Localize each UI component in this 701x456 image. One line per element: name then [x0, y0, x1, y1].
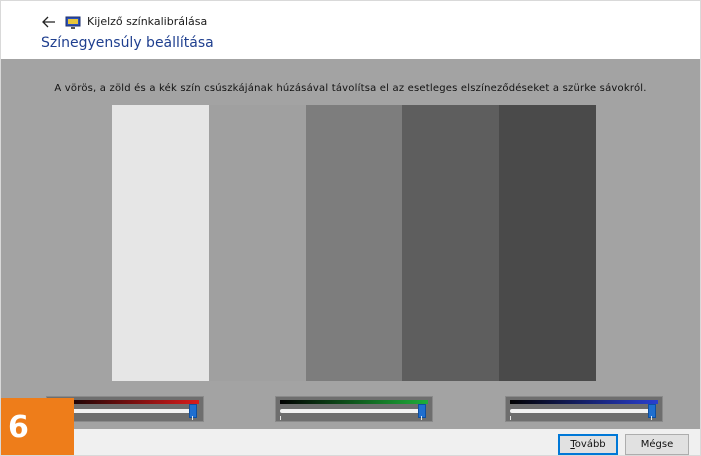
calibration-area: A vörös, a zöld és a kék szín csúszkáján…: [1, 59, 700, 429]
green-slider[interactable]: [275, 396, 433, 422]
app-title: Kijelző színkalibrálása: [87, 15, 208, 28]
monitor-icon: [65, 15, 81, 29]
calibration-window: Kijelző színkalibrálása Színegyensúly be…: [0, 0, 701, 456]
next-button-label: ovább: [574, 439, 606, 450]
gray-bars: [112, 105, 596, 381]
green-slider-ticks: [280, 416, 422, 420]
back-arrow-icon[interactable]: [41, 15, 57, 31]
gray-bar-1: [112, 105, 209, 381]
header: Kijelző színkalibrálása Színegyensúly be…: [1, 1, 700, 59]
gray-bar-2: [208, 105, 306, 381]
page-title: Színegyensúly beállítása: [41, 35, 214, 51]
blue-slider[interactable]: [505, 396, 663, 422]
gray-bar-4: [402, 105, 500, 381]
next-button[interactable]: Tovább: [558, 434, 618, 455]
blue-gradient: [510, 400, 658, 404]
blue-slider-track[interactable]: [510, 409, 652, 413]
instruction-text: A vörös, a zöld és a kék szín csúszkáján…: [54, 83, 647, 94]
green-slider-track[interactable]: [280, 409, 422, 413]
green-gradient: [280, 400, 428, 404]
step-badge: 6: [1, 398, 74, 455]
gray-bar-5: [499, 105, 596, 381]
footer: Tovább Mégse: [1, 429, 700, 455]
cancel-button[interactable]: Mégse: [625, 434, 689, 455]
gray-bar-3: [305, 105, 403, 381]
blue-slider-ticks: [510, 416, 652, 420]
